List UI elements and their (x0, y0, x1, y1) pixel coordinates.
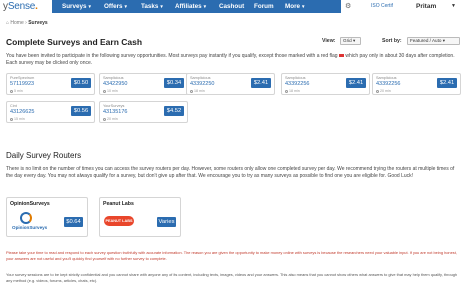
survey-id[interactable]: 43392256 (285, 81, 309, 87)
user-menu[interactable]: Pritam (416, 0, 436, 13)
gear-icon[interactable]: ⚙ (345, 2, 351, 10)
survey-card[interactable]: Samplicious 43422950 10 min $0.34 (99, 73, 188, 95)
ysense-logo[interactable]: ySense. (3, 0, 38, 13)
survey-id[interactable]: 43126625 (10, 109, 34, 115)
router-name: OpinionSurveys (10, 201, 50, 207)
survey-card[interactable]: YourSurveys 43135176 20 min $4.52 (99, 101, 188, 123)
clock-icon (103, 89, 106, 93)
survey-provider: PureSpectrum (10, 76, 35, 80)
clock-icon (285, 89, 288, 93)
survey-provider: Samplicious (376, 76, 397, 80)
router-pay-button[interactable]: $0.64 (64, 217, 83, 227)
confidentiality-note: Your survey sessions are to be kept stri… (6, 272, 458, 283)
survey-pay-button[interactable]: $2.41 (346, 78, 366, 88)
honesty-warning: Please take your time to read and respon… (6, 250, 457, 261)
nav-more[interactable]: More▼ (285, 0, 306, 13)
survey-card[interactable]: Cint 43126625 15 min $0.56 (6, 101, 95, 123)
survey-id[interactable]: 57119923 (10, 81, 34, 87)
clock-icon (190, 89, 193, 93)
routers-title: Daily Survey Routers (6, 151, 82, 160)
top-navbar: ySense. Surveys▼ Offers▼ Tasks▼ Affiliat… (0, 0, 469, 13)
router-card-opinionsurveys[interactable]: OpinionSurveys OpinionSurveys $0.64 (6, 197, 88, 237)
survey-pay-button[interactable]: $4.52 (164, 106, 184, 116)
router-card-peanut-labs[interactable]: Peanut Labs PEANUT LABS Varies (99, 197, 181, 237)
logo-container: ySense. (0, 0, 52, 13)
survey-card[interactable]: Samplicious 43392256 18 min $2.41 (281, 73, 370, 95)
nav-affiliates[interactable]: Affiliates▼ (175, 0, 207, 13)
sort-label: Sort by: (382, 38, 402, 44)
certification-badge: ISO Certif (371, 3, 393, 9)
sort-select[interactable]: Featured / Auto ▾ (407, 37, 460, 45)
survey-card[interactable]: Samplicious 43392250 18 min $2.41 (186, 73, 275, 95)
breadcrumb-current: Surveys (28, 20, 48, 26)
breadcrumb: ⌂ Home › Surveys (6, 20, 48, 26)
clock-icon (10, 117, 13, 121)
chevron-down-icon: ▼ (123, 4, 129, 9)
survey-provider: YourSurveys (103, 104, 125, 108)
survey-id[interactable]: 43135176 (103, 109, 127, 115)
routers-description: There is no limit on the number of times… (6, 166, 455, 179)
clock-icon (376, 89, 379, 93)
survey-duration: 20 min (103, 117, 118, 121)
clock-icon (10, 89, 13, 93)
chevron-down-icon: ▼ (301, 4, 306, 9)
user-area: ⚙ ISO Certif Pritam ▼ (341, 0, 469, 13)
chevron-down-icon: ▼ (202, 4, 208, 9)
clock-icon (103, 117, 106, 121)
survey-provider: Samplicious (285, 76, 306, 80)
router-name: Peanut Labs (103, 201, 134, 207)
survey-id[interactable]: 43392256 (376, 81, 400, 87)
intro-text: You have been invited to participate in … (6, 53, 455, 66)
chevron-down-icon[interactable]: ▼ (451, 0, 456, 13)
swirl-icon (20, 212, 32, 224)
router-pay-button[interactable]: Varies (157, 217, 176, 227)
survey-card[interactable]: PureSpectrum 57119923 5 min $0.50 (6, 73, 95, 95)
survey-duration: 18 min (285, 89, 300, 93)
survey-duration: 15 min (10, 117, 25, 121)
view-select[interactable]: Grid ▾ (340, 37, 361, 45)
survey-pay-button[interactable]: $0.56 (71, 106, 91, 116)
survey-pay-button[interactable]: $0.34 (164, 78, 184, 88)
opinionsurveys-logo: OpinionSurveys (12, 212, 54, 234)
survey-id[interactable]: 43392250 (190, 81, 214, 87)
view-label: View: (322, 38, 336, 44)
survey-duration: 20 min (376, 89, 391, 93)
survey-provider: Samplicious (190, 76, 211, 80)
peanut-labs-logo: PEANUT LABS (104, 216, 134, 226)
survey-provider: Samplicious (103, 76, 124, 80)
survey-provider: Cint (10, 104, 17, 108)
survey-pay-button[interactable]: $2.41 (251, 78, 271, 88)
survey-duration: 5 min (10, 89, 23, 93)
page-title: Complete Surveys and Earn Cash (6, 37, 143, 47)
nav-tasks[interactable]: Tasks▼ (141, 0, 164, 13)
survey-duration: 10 min (103, 89, 118, 93)
chevron-down-icon: ▼ (87, 4, 92, 9)
survey-pay-button[interactable]: $0.50 (71, 78, 91, 88)
survey-id[interactable]: 43422950 (103, 81, 127, 87)
breadcrumb-home[interactable]: ⌂ Home (6, 20, 24, 26)
chevron-down-icon: ▼ (159, 4, 164, 9)
nav-offers[interactable]: Offers▼ (104, 0, 128, 13)
nav-surveys[interactable]: Surveys▼ (62, 0, 92, 13)
survey-duration: 18 min (190, 89, 205, 93)
survey-pay-button[interactable]: $2.41 (437, 78, 457, 88)
nav-forum[interactable]: Forum (254, 0, 274, 13)
survey-card[interactable]: Samplicious 43392256 20 min $2.41 (372, 73, 461, 95)
nav-cashout[interactable]: Cashout (219, 0, 244, 13)
